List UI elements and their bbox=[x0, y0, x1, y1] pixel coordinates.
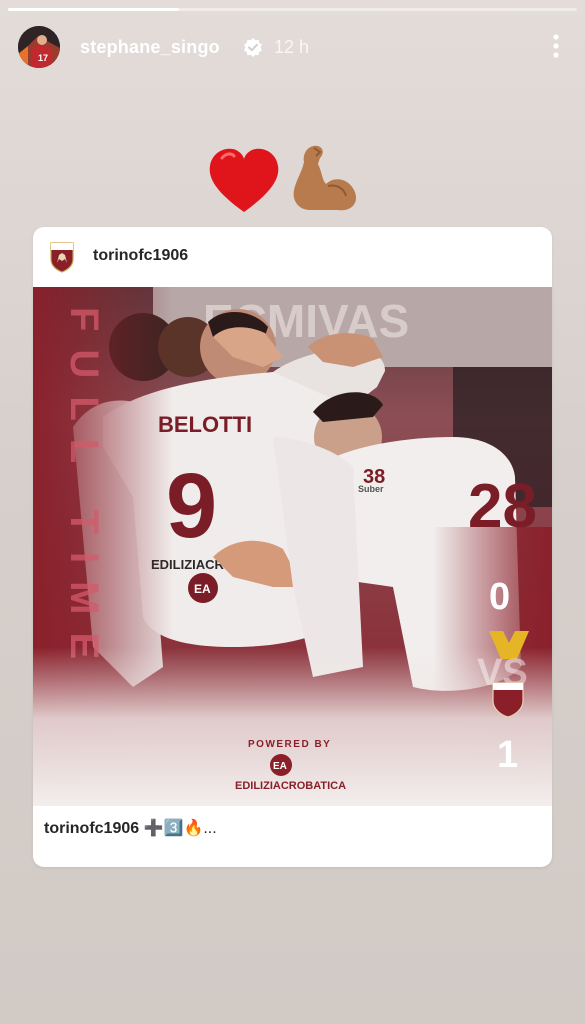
caption-text: ➕3️⃣🔥... bbox=[143, 820, 217, 837]
story-username[interactable]: stephane_singo bbox=[80, 37, 220, 58]
jersey-sleeve-text: Suber bbox=[358, 484, 384, 494]
verified-badge-icon bbox=[243, 37, 263, 57]
shared-post-card[interactable]: torinofc1906 ECMIVAS BELOTTI 9 EDILIZIAC… bbox=[33, 227, 552, 867]
svg-text:EA: EA bbox=[273, 761, 287, 772]
full-time-banner: FULL TIME bbox=[62, 307, 106, 677]
post-header: torinofc1906 bbox=[33, 227, 552, 287]
svg-text:17: 17 bbox=[38, 53, 48, 63]
story-progress-fill bbox=[8, 8, 179, 11]
story-progress-bar bbox=[8, 8, 577, 11]
story-timestamp: 12 h bbox=[274, 37, 310, 57]
post-caption: torinofc1906 ➕3️⃣🔥... bbox=[44, 818, 217, 838]
emoji-stickers bbox=[206, 140, 366, 220]
post-account-name[interactable]: torinofc1906 bbox=[93, 247, 188, 265]
more-vertical-icon bbox=[553, 34, 559, 58]
jersey-number: 9 bbox=[166, 455, 217, 557]
away-score: 1 bbox=[497, 734, 518, 776]
powered-by-sponsor: EDILIZIACROBATICA bbox=[235, 780, 346, 792]
powered-by-label: POWERED BY bbox=[248, 739, 331, 750]
red-heart-icon bbox=[209, 148, 279, 212]
home-score: 0 bbox=[489, 576, 510, 618]
torino-logo-icon[interactable] bbox=[49, 241, 75, 273]
flexed-biceps-icon bbox=[293, 145, 357, 211]
caption-account[interactable]: torinofc1906 bbox=[44, 820, 139, 837]
avatar[interactable]: 17 bbox=[18, 26, 60, 68]
post-image[interactable]: ECMIVAS BELOTTI 9 EDILIZIACROBATICA EA 3… bbox=[33, 287, 552, 806]
more-options-button[interactable] bbox=[544, 30, 568, 62]
story-header: 17 stephane_singo 12 h bbox=[18, 24, 568, 68]
jersey-sponsor-short: EA bbox=[194, 582, 211, 596]
